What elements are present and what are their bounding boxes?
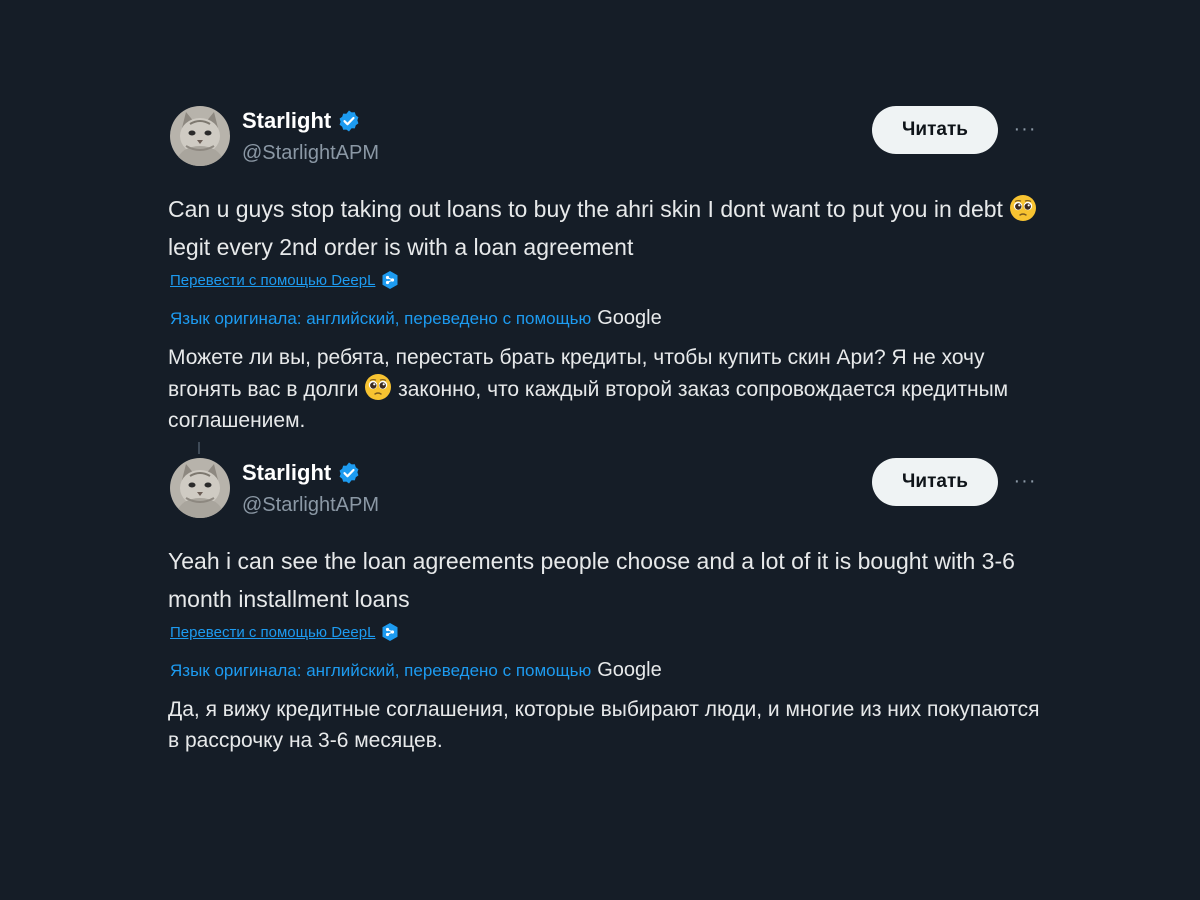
author-row: Starlight (242, 460, 361, 486)
display-name[interactable]: Starlight (242, 108, 331, 134)
original-language-label[interactable]: Язык оригинала: английский, переведено с… (170, 309, 591, 329)
tweet-text: Yeah i can see the loan agreements peopl… (168, 548, 1015, 612)
thread-divider (198, 442, 200, 454)
verified-badge-icon (337, 109, 361, 133)
deepl-icon (381, 270, 399, 290)
pleading-face-emoji-icon (1009, 194, 1037, 222)
google-logo: Google (597, 307, 662, 329)
avatar[interactable] (170, 458, 230, 518)
tweet-text-part-1: Can u guys stop taking out loans to buy … (168, 196, 1003, 222)
deepl-icon (381, 622, 399, 642)
cat-avatar-icon (170, 106, 230, 166)
more-options-icon[interactable]: ··· (1010, 116, 1040, 142)
original-language-label[interactable]: Язык оригинала: английский, переведено с… (170, 661, 591, 681)
translate-deepl-link[interactable]: Перевести с помощью DeepL (170, 270, 399, 290)
original-language-note: Язык оригинала: английский, переведено с… (170, 659, 662, 682)
tweet-text: Can u guys stop taking out loans to buy … (168, 190, 1048, 266)
follow-button[interactable]: Читать (872, 106, 998, 154)
author-row: Starlight (242, 108, 361, 134)
original-language-note: Язык оригинала: английский, переведено с… (170, 307, 662, 330)
verified-badge-icon (337, 461, 361, 485)
translated-text: Можете ли вы, ребята, перестать брать кр… (168, 342, 1048, 436)
avatar[interactable] (170, 106, 230, 166)
translated-text: Да, я вижу кредитные соглашения, которые… (168, 698, 1040, 752)
cat-avatar-icon (170, 458, 230, 518)
pleading-face-emoji-icon (364, 373, 392, 401)
translate-deepl-label[interactable]: Перевести с помощью DeepL (170, 624, 375, 641)
google-logo: Google (597, 659, 662, 681)
more-options-icon[interactable]: ··· (1010, 468, 1040, 494)
tweet-text-part-2: legit every 2nd order is with a loan agr… (168, 234, 634, 260)
translate-deepl-link[interactable]: Перевести с помощью DeepL (170, 622, 399, 642)
handle[interactable]: @StarlightAPM (242, 494, 379, 517)
translate-deepl-label[interactable]: Перевести с помощью DeepL (170, 272, 375, 289)
display-name[interactable]: Starlight (242, 460, 331, 486)
handle[interactable]: @StarlightAPM (242, 142, 379, 165)
follow-button[interactable]: Читать (872, 458, 998, 506)
